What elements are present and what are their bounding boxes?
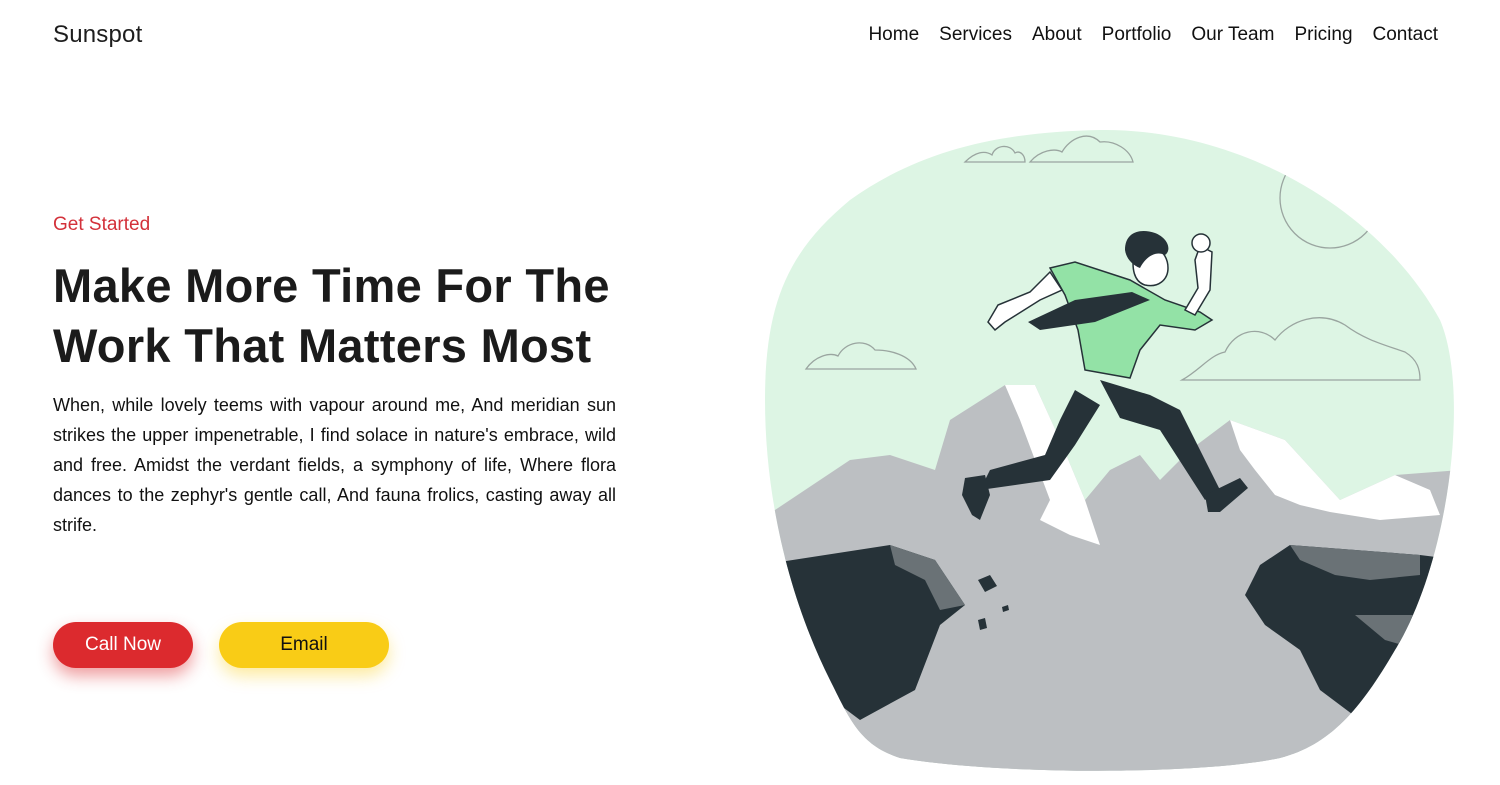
call-now-button[interactable]: Call Now xyxy=(53,622,193,668)
nav-link-home[interactable]: Home xyxy=(868,24,919,45)
brand-logo[interactable]: Sunspot xyxy=(53,21,142,49)
nav-item-pricing: Pricing xyxy=(1294,24,1352,46)
hero-description: When, while lovely teems with vapour aro… xyxy=(53,395,616,535)
nav-link-services[interactable]: Services xyxy=(939,24,1012,45)
nav-item-contact: Contact xyxy=(1373,24,1438,46)
nav-link-pricing[interactable]: Pricing xyxy=(1294,24,1352,45)
hero-text: Get Started Make More Time For The Work … xyxy=(53,214,616,540)
nav-item-our-team: Our Team xyxy=(1191,24,1274,46)
hero-illustration xyxy=(760,120,1460,780)
hero-eyebrow: Get Started xyxy=(53,214,151,235)
man-leaping-between-cliffs-illustration xyxy=(765,129,1454,771)
nav-item-home: Home xyxy=(868,24,919,46)
nav-link-contact[interactable]: Contact xyxy=(1373,24,1438,45)
nav-link-about[interactable]: About xyxy=(1032,24,1082,45)
hero-headline: Make More Time For The Work That Matters… xyxy=(53,259,610,372)
nav-item-about: About xyxy=(1032,24,1082,46)
nav-link-our-team[interactable]: Our Team xyxy=(1191,24,1274,45)
nav-link-portfolio[interactable]: Portfolio xyxy=(1102,24,1172,45)
nav-item-portfolio: Portfolio xyxy=(1102,24,1172,46)
nav-item-services: Services xyxy=(939,24,1012,46)
navbar: Sunspot Home Services About Portfolio Ou… xyxy=(0,0,1500,70)
nav-menu: Home Services About Portfolio Our Team P… xyxy=(868,24,1438,46)
email-button[interactable]: Email xyxy=(219,622,389,668)
